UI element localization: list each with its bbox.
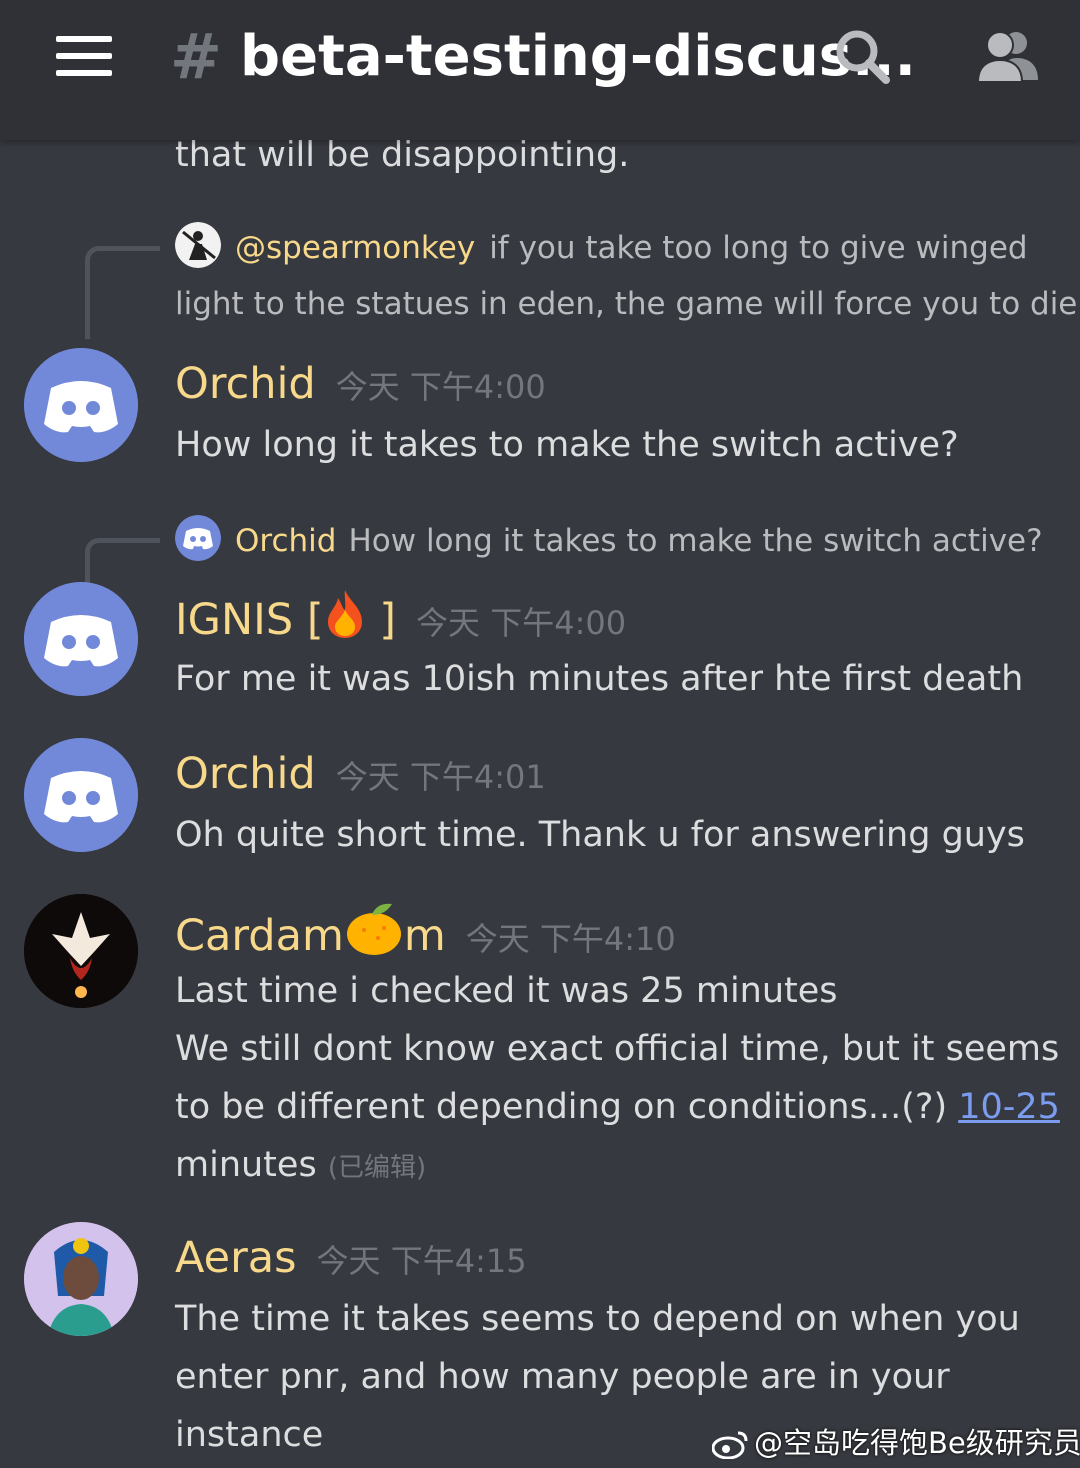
tangerine-emoji-icon <box>346 903 401 955</box>
hamburger-icon[interactable] <box>56 36 112 76</box>
message-text: Last time i checked it was 25 minutes <box>175 971 838 1011</box>
edited-label: (已编辑) <box>327 1153 427 1183</box>
orchid-mini-avatar <box>175 515 221 561</box>
username[interactable]: Cardam m <box>175 900 446 966</box>
spearmonkey-avatar <box>175 222 221 268</box>
avatar[interactable] <box>24 894 138 1008</box>
message-text-continued: minutes (已编辑) <box>175 1145 427 1185</box>
message-text-continued: enter pnr, and how many people are in yo… <box>175 1357 950 1397</box>
message-header: IGNIS [ ] 今天 下午4:00 <box>175 588 626 648</box>
avatar[interactable] <box>24 1222 138 1336</box>
channel-header: # beta-testing-discus... <box>0 0 1080 140</box>
watermark: @空岛吃得饱Be级研究员 <box>711 1420 1080 1462</box>
message-text: For me it was 10ish minutes after hte fi… <box>175 659 1024 699</box>
reply-text-continued: light to the statues in eden, the game w… <box>175 286 1078 322</box>
message-header: Orchid 今天 下午4:01 <box>175 744 546 804</box>
timestamp: 今天 下午4:00 <box>416 604 627 642</box>
channel-title[interactable]: beta-testing-discus... <box>240 20 916 94</box>
members-icon[interactable] <box>976 30 1040 82</box>
timestamp: 今天 下午4:01 <box>335 758 546 796</box>
username[interactable]: Orchid <box>175 744 316 804</box>
avatar[interactable] <box>24 348 138 462</box>
reply-text: if you take too long to give winged <box>489 230 1028 266</box>
search-icon[interactable] <box>834 28 890 84</box>
message-text: The time it takes seems to depend on whe… <box>175 1299 1020 1339</box>
message-text-continued: to be different depending on conditions.… <box>175 1087 1060 1127</box>
reply-preview[interactable]: Orchid How long it takes to make the swit… <box>175 513 1043 569</box>
message-text-continued: We still dont know exact official time, … <box>175 1029 1060 1069</box>
username[interactable]: Aeras <box>175 1228 297 1288</box>
message-header: Orchid 今天 下午4:00 <box>175 354 546 414</box>
message-text: Oh quite short time. Thank u for answeri… <box>175 815 1025 855</box>
reply-username[interactable]: Orchid <box>235 523 336 559</box>
reply-preview[interactable]: @spearmonkey if you take too long to give… <box>175 220 1028 276</box>
username[interactable]: IGNIS [ ] <box>175 588 396 650</box>
reply-connector <box>85 538 160 583</box>
avatar[interactable] <box>24 738 138 852</box>
fire-emoji-icon <box>327 590 362 638</box>
timestamp: 今天 下午4:15 <box>316 1242 527 1280</box>
message-header: Cardam m 今天 下午4:10 <box>175 900 676 961</box>
message-text-continued: instance <box>175 1415 324 1455</box>
reply-mention[interactable]: @spearmonkey <box>235 230 475 266</box>
message-header: Aeras 今天 下午4:15 <box>175 1228 527 1288</box>
reply-connector <box>85 246 160 339</box>
message-text: How long it takes to make the switch act… <box>175 425 959 465</box>
timestamp: 今天 下午4:00 <box>335 368 546 406</box>
reply-text: How long it takes to make the switch act… <box>348 523 1043 559</box>
timestamp: 今天 下午4:10 <box>465 920 676 958</box>
username[interactable]: Orchid <box>175 354 316 414</box>
channel-hash-icon: # <box>170 20 222 93</box>
weibo-logo-icon <box>711 1431 748 1460</box>
message-link[interactable]: 10-25 <box>958 1087 1060 1127</box>
avatar[interactable] <box>24 582 138 696</box>
